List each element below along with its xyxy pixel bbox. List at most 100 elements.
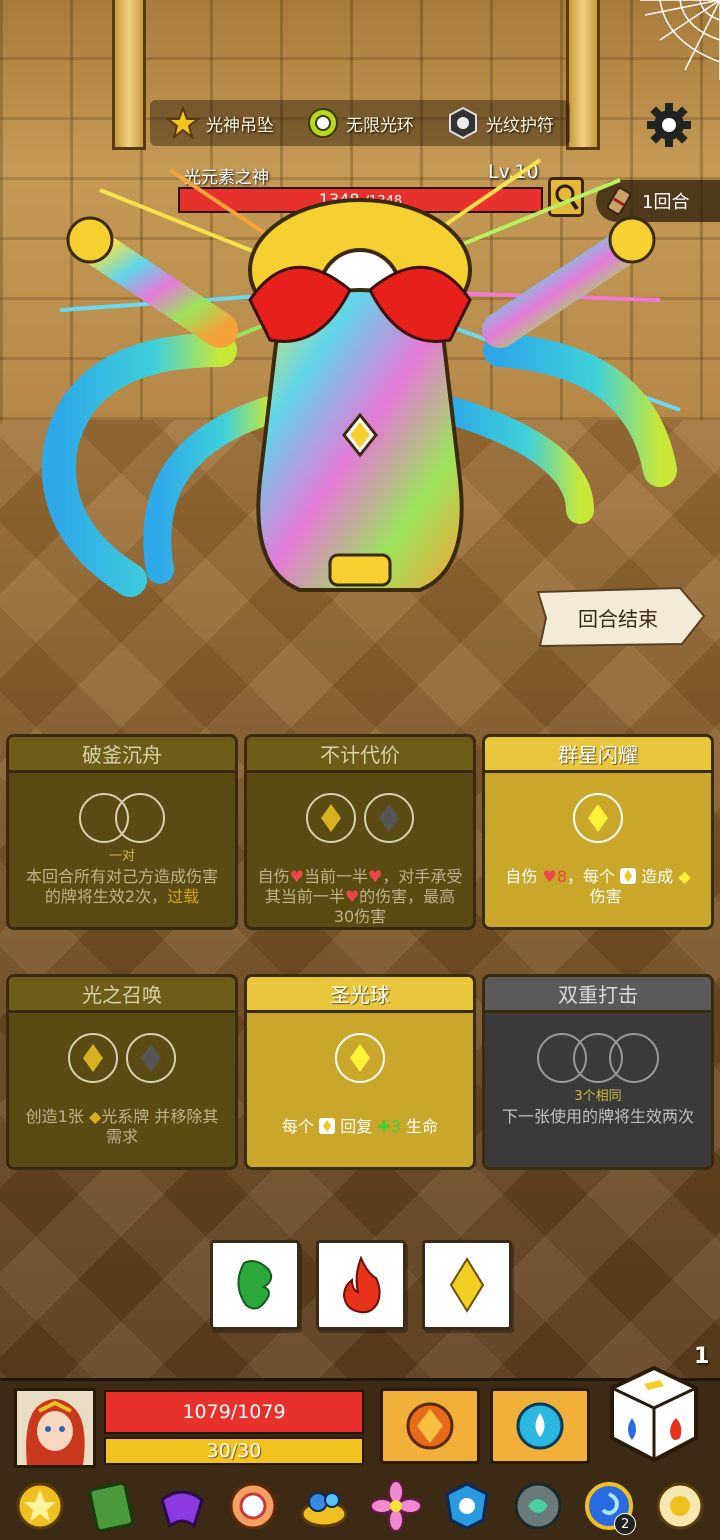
diamond-icon xyxy=(449,1257,485,1313)
avatar[interactable] xyxy=(14,1388,96,1468)
purple-bow-icon xyxy=(160,1490,204,1529)
damage-value: 7 xyxy=(574,887,585,906)
end-turn-label: 回合结束 xyxy=(578,606,658,631)
gear-icon xyxy=(647,103,691,147)
skill-button-fire[interactable] xyxy=(380,1388,480,1464)
player-hp-bar: 1079/1079 xyxy=(104,1390,364,1434)
inventory-item[interactable] xyxy=(509,1477,567,1535)
diamond-icon xyxy=(379,804,399,832)
card-title: 破釜沉舟 xyxy=(9,737,235,773)
blue-gem-pile-icon xyxy=(300,1492,348,1528)
relic-item[interactable]: 光纹护符 xyxy=(446,106,554,140)
diamond-icon xyxy=(141,1044,161,1072)
diamond-icon xyxy=(321,804,341,832)
gray-slot xyxy=(126,1033,176,1083)
desc-text: 创造1张 xyxy=(25,1107,84,1126)
inventory-bar: 2 xyxy=(0,1472,720,1540)
plus-icon: ✚ xyxy=(377,1117,391,1136)
sun-badge-icon xyxy=(16,1482,64,1530)
desc-text: 当前一半 xyxy=(303,867,368,886)
light-god-monster xyxy=(41,158,681,597)
card-description: 每个 回复 ✚3 生命 xyxy=(247,1103,473,1137)
skill-card[interactable]: 破釜沉舟 一对 本回合所有对己方造成伤害的牌将生效2次，过载 xyxy=(6,734,238,930)
light-slot xyxy=(306,793,356,843)
item-count-badge: 2 xyxy=(614,1513,637,1535)
pillar-left xyxy=(112,0,146,150)
relic-item[interactable]: 无限光环 xyxy=(306,106,414,140)
card-description: 自伤♥当前一半♥，对手承受其当前一半♥的伤害，最高30伤害 xyxy=(247,863,473,927)
card-slots xyxy=(247,793,473,843)
relic-label: 无限光环 xyxy=(346,115,414,136)
pink-flower-icon xyxy=(369,1480,422,1532)
card-slots xyxy=(9,793,235,843)
light-die-icon xyxy=(620,868,637,884)
donut-icon xyxy=(229,1482,277,1530)
equipped-relics-bar: 光神吊坠 无限光环 光纹护符 xyxy=(150,100,570,146)
skill-card[interactable]: 群星闪耀 自伤 ♥8，每个 造成 ◆ 7 伤害 xyxy=(482,734,714,930)
card-title: 圣光球 xyxy=(247,977,473,1013)
skill-card[interactable]: 圣光球 每个 回复 ✚3 生命 xyxy=(244,974,476,1170)
end-turn-button[interactable]: 回合结束 xyxy=(530,586,706,648)
blue-crest-icon xyxy=(445,1482,489,1530)
skill-card[interactable]: 不计代价 自伤♥当前一半♥，对手承受其当前一半♥的伤害，最高30伤害 xyxy=(244,734,476,930)
heart-icon: ♥ xyxy=(542,867,557,886)
inventory-item[interactable] xyxy=(651,1477,709,1535)
card-slots xyxy=(485,793,711,843)
card-description: 本回合所有对己方造成伤害的牌将生效2次，过载 xyxy=(9,863,235,907)
settings-button[interactable] xyxy=(642,98,696,152)
skill-card[interactable]: 光之召唤 创造1张 ◆光系牌 并移除其需求 xyxy=(6,974,238,1170)
card-requirement xyxy=(247,845,473,863)
heart-icon: ♥ xyxy=(344,887,360,906)
card-requirement xyxy=(485,845,711,863)
card-description: 下一张使用的牌将生效两次 xyxy=(485,1103,711,1127)
skill-card[interactable]: 双重打击 3个相同 下一张使用的牌将生效两次 xyxy=(482,974,714,1170)
card-slots xyxy=(9,1033,235,1083)
gray-slot xyxy=(364,793,414,843)
stone-rune-icon xyxy=(514,1482,562,1530)
relic-item[interactable]: 光神吊坠 xyxy=(166,106,274,140)
light-slot xyxy=(68,1033,118,1083)
inventory-item[interactable]: 2 xyxy=(580,1477,638,1535)
inventory-item[interactable] xyxy=(82,1477,140,1535)
leaf-die[interactable] xyxy=(210,1240,300,1330)
light-die-icon xyxy=(319,1118,336,1134)
sun-disc-icon xyxy=(656,1482,704,1530)
inventory-item[interactable] xyxy=(438,1477,496,1535)
card-title: 光之召唤 xyxy=(9,977,235,1013)
card-description: 创造1张 ◆光系牌 并移除其需求 xyxy=(9,1103,235,1147)
card-slots xyxy=(247,1033,473,1083)
empty-slot xyxy=(115,793,165,843)
light-die[interactable] xyxy=(422,1240,512,1330)
desc-text: 回复 xyxy=(340,1117,373,1136)
star-pendant-icon xyxy=(166,106,200,140)
relic-label: 光神吊坠 xyxy=(206,115,274,136)
leaf-icon xyxy=(237,1260,273,1310)
green-tome-icon xyxy=(88,1481,134,1532)
heal-value: 3 xyxy=(390,1117,401,1136)
heart-icon: ♥ xyxy=(368,867,383,886)
inventory-item[interactable] xyxy=(153,1477,211,1535)
inventory-item[interactable] xyxy=(367,1477,425,1535)
desc-text: 生命 xyxy=(405,1117,438,1136)
desc-keyword: 过载 xyxy=(167,887,200,906)
water-orb-icon xyxy=(516,1402,564,1450)
amulet-icon xyxy=(446,106,480,140)
card-title: 群星闪耀 xyxy=(485,737,711,773)
inventory-item[interactable] xyxy=(224,1477,282,1535)
diamond-icon xyxy=(83,1044,103,1072)
inventory-item[interactable] xyxy=(295,1477,353,1535)
card-title: 不计代价 xyxy=(247,737,473,773)
card-requirement xyxy=(247,1085,473,1103)
halo-ring-icon xyxy=(306,106,340,140)
desc-text: 自伤 xyxy=(505,867,538,886)
reroll-die-button[interactable] xyxy=(606,1364,702,1464)
self-damage-value: 8 xyxy=(556,867,567,886)
desc-text: 造成 xyxy=(641,867,674,886)
diamond-icon xyxy=(588,804,608,832)
cobweb-icon xyxy=(640,0,720,80)
diamond-icon xyxy=(350,1044,370,1072)
fire-die[interactable] xyxy=(316,1240,406,1330)
inventory-item[interactable] xyxy=(11,1477,69,1535)
skill-button-water[interactable] xyxy=(490,1388,590,1464)
pillar-right xyxy=(566,0,600,150)
